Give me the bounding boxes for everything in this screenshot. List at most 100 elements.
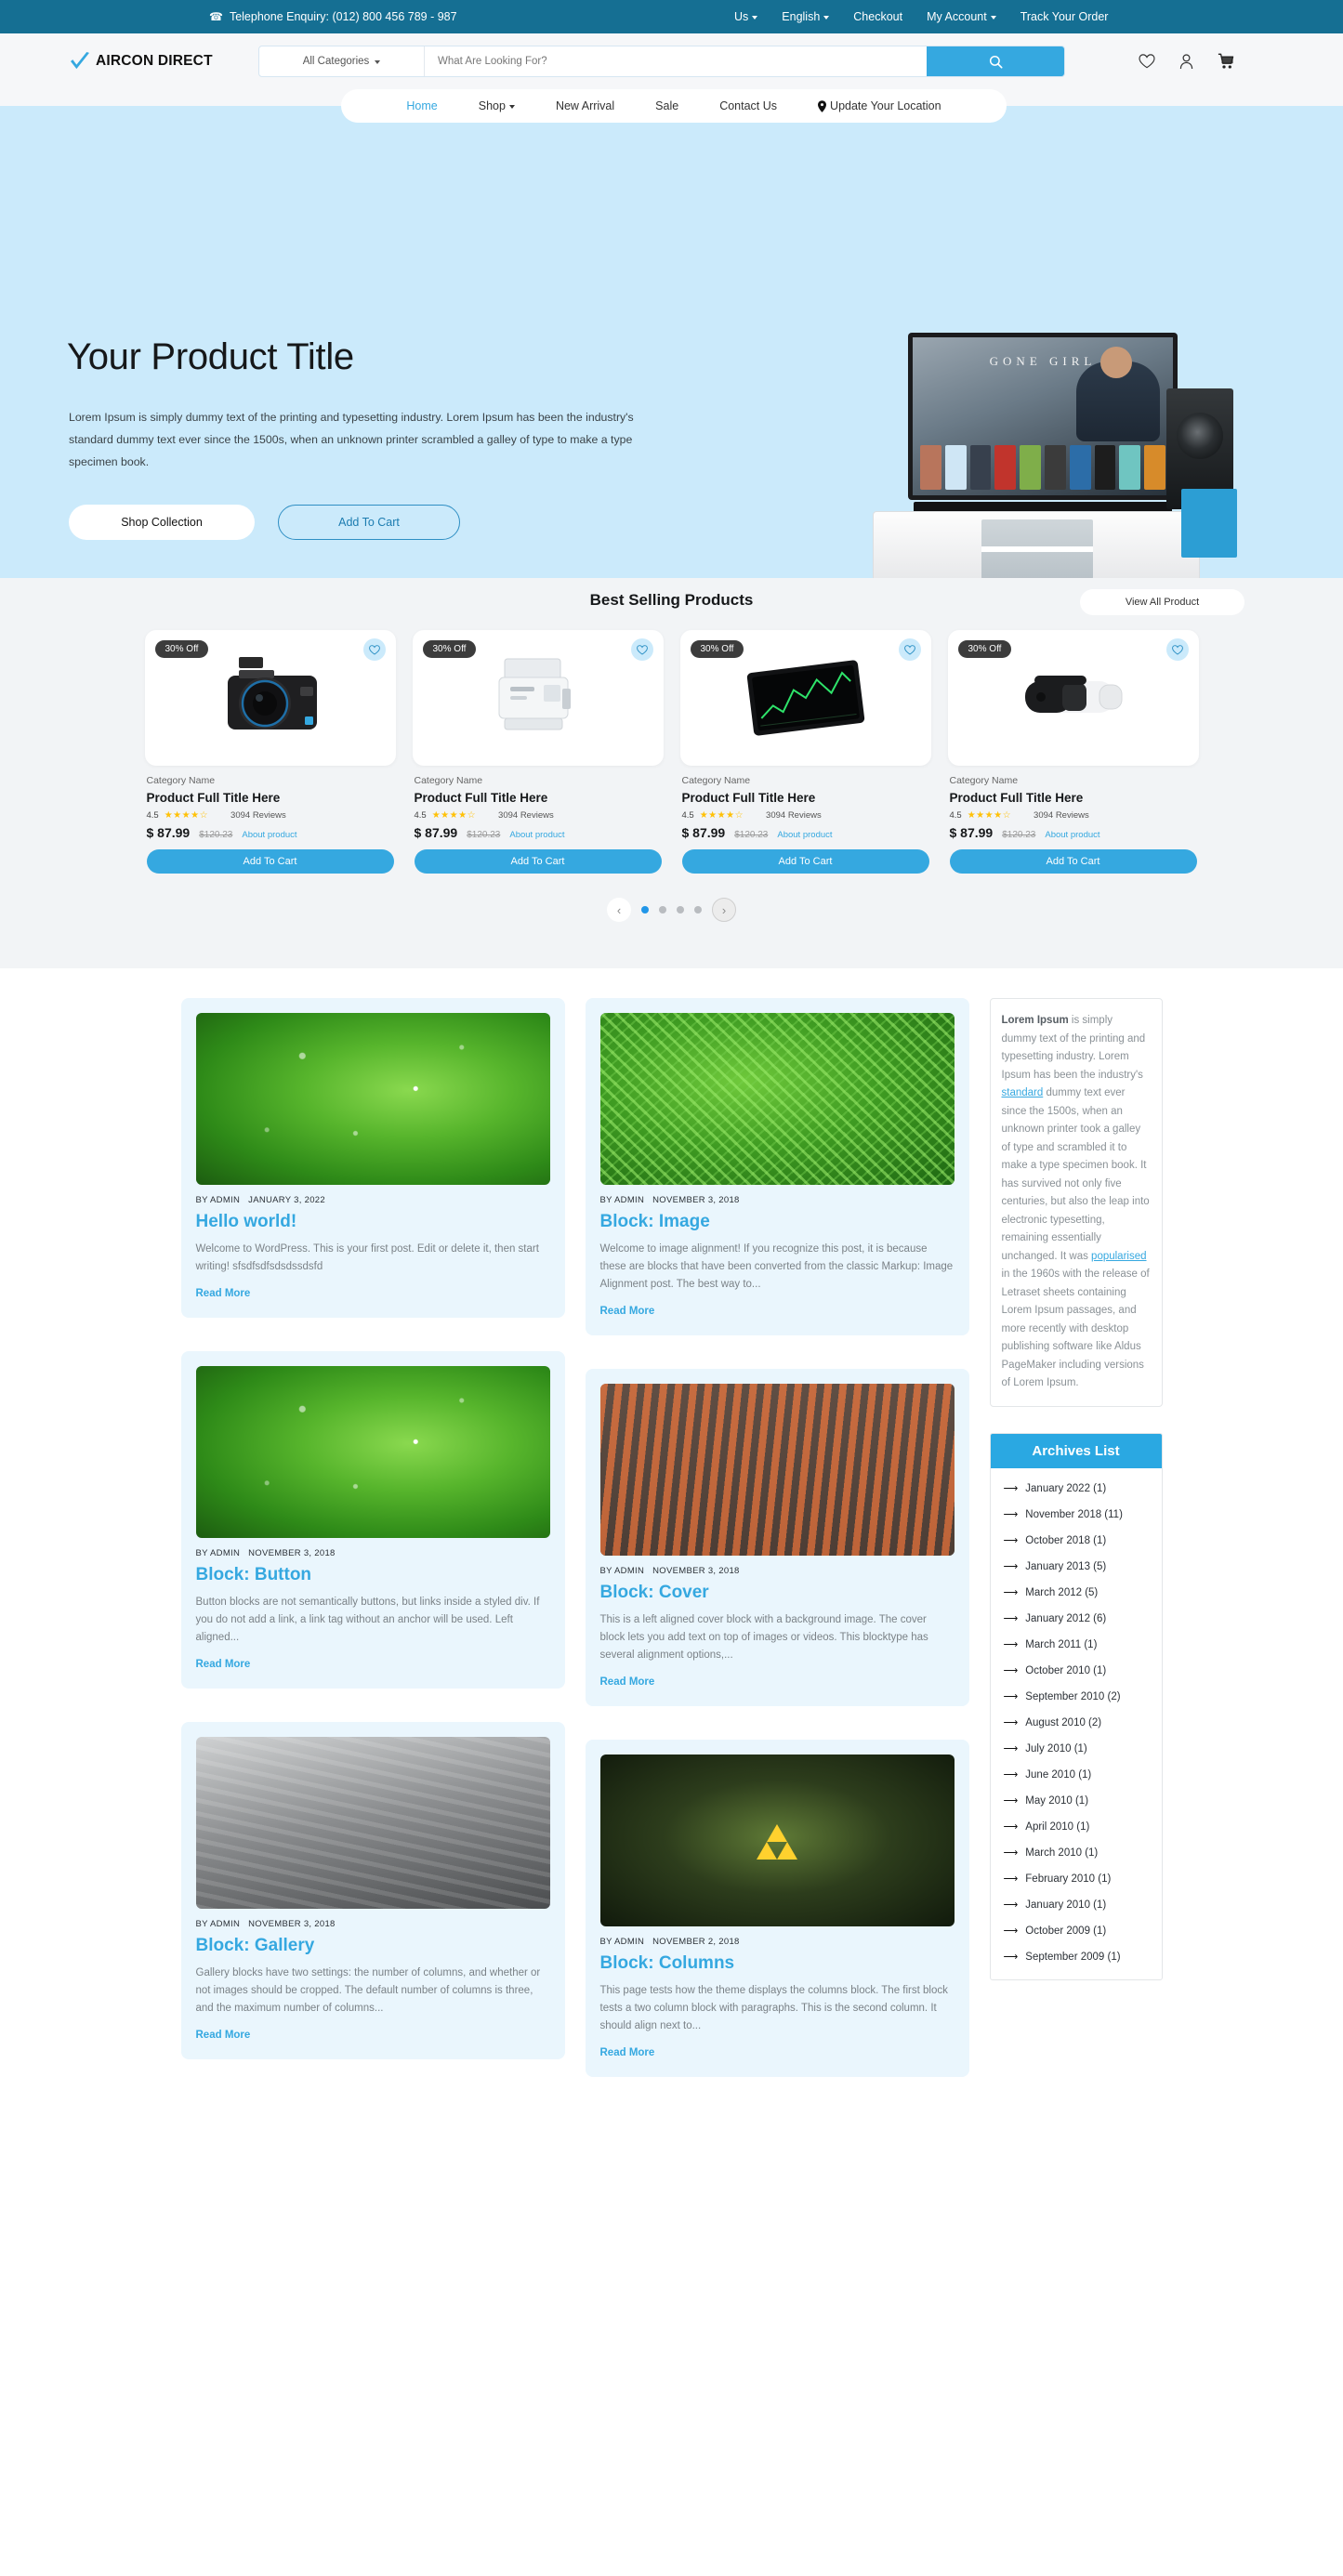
wishlist-button[interactable] <box>630 638 653 661</box>
wishlist-button[interactable] <box>1165 638 1189 661</box>
primary-nav-wrapper: Home Shop New Arrival Sale Contact Us Up… <box>0 89 1343 123</box>
product-next-button[interactable]: › <box>712 898 736 922</box>
product-title: Product Full Title Here <box>681 791 816 805</box>
about-product-link[interactable]: About product <box>242 830 296 840</box>
read-more-link[interactable]: Read More <box>600 1676 955 1688</box>
discount-badge: 30% Off <box>154 640 209 658</box>
chevron-down-icon <box>990 16 996 20</box>
archive-item[interactable]: ⟶ June 2010 (1) <box>991 1762 1162 1788</box>
post-title[interactable]: Block: Columns <box>600 1953 955 1974</box>
product-card[interactable]: 30% Off Category Name Product Full Title… <box>679 630 931 874</box>
about-product-link[interactable]: About product <box>777 830 832 840</box>
top-link-checkout[interactable]: Checkout <box>853 10 902 23</box>
archive-item[interactable]: ⟶ September 2010 (2) <box>991 1684 1162 1710</box>
nav-item-new-arrival[interactable]: New Arrival <box>556 99 614 112</box>
arrow-right-icon: ⟶ <box>1003 1535 1019 1546</box>
read-more-link[interactable]: Read More <box>600 1306 955 1317</box>
arrow-right-icon: ⟶ <box>1003 1613 1019 1624</box>
product-rating: 4.5 ★★★★☆ 3094 Reviews <box>682 810 929 821</box>
archive-item[interactable]: ⟶ January 2010 (1) <box>991 1892 1162 1918</box>
post-title[interactable]: Block: Button <box>196 1565 550 1585</box>
product-prev-button[interactable]: ‹ <box>607 898 631 922</box>
archive-item[interactable]: ⟶ May 2010 (1) <box>991 1788 1162 1814</box>
carousel-dot-1[interactable] <box>641 906 649 913</box>
header-icons <box>1139 53 1234 70</box>
top-link-label: English <box>782 10 821 23</box>
post-thumbnail[interactable] <box>195 1737 550 1909</box>
carousel-dot-2[interactable] <box>659 906 666 913</box>
archive-item[interactable]: ⟶ October 2010 (1) <box>991 1658 1162 1684</box>
archive-label: January 2013 (5) <box>1025 1560 1107 1572</box>
carousel-dot-4[interactable] <box>694 906 702 913</box>
archive-item[interactable]: ⟶ October 2018 (1) <box>991 1528 1162 1554</box>
sidebar-link-standard[interactable]: standard <box>1002 1087 1044 1098</box>
about-product-link[interactable]: About product <box>509 830 564 840</box>
read-more-link[interactable]: Read More <box>196 2030 550 2041</box>
add-to-cart-button[interactable]: Add To Cart <box>414 849 662 874</box>
post-title[interactable]: Block: Cover <box>600 1583 955 1603</box>
cart-icon[interactable] <box>1218 53 1234 70</box>
sidebar-text-widget: Lorem Ipsum is simply dummy text of the … <box>989 998 1163 1407</box>
wishlist-button[interactable] <box>898 638 921 661</box>
top-link-track-your-order[interactable]: Track Your Order <box>1020 10 1109 23</box>
add-to-cart-button[interactable]: Add To Cart <box>146 849 394 874</box>
rating-stars: ★★★★☆ <box>967 810 1012 821</box>
archive-item[interactable]: ⟶ March 2012 (5) <box>991 1580 1162 1606</box>
archive-item[interactable]: ⟶ January 2012 (6) <box>991 1606 1162 1632</box>
read-more-link[interactable]: Read More <box>196 1659 550 1670</box>
archive-item[interactable]: ⟶ September 2009 (1) <box>991 1944 1162 1970</box>
nav-item-shop[interactable]: Shop <box>479 99 515 112</box>
top-link-my-account[interactable]: My Account <box>927 10 996 23</box>
subwoofer <box>1181 489 1237 558</box>
sidebar-link-popularised[interactable]: popularised <box>1091 1251 1146 1262</box>
view-all-product-button[interactable]: View All Product <box>1080 589 1244 615</box>
post-title[interactable]: Hello world! <box>196 1212 550 1232</box>
archive-item[interactable]: ⟶ July 2010 (1) <box>991 1736 1162 1762</box>
nav-item-home[interactable]: Home <box>406 99 437 112</box>
post-title[interactable]: Block: Gallery <box>196 1936 550 1956</box>
post-thumbnail[interactable] <box>599 1013 955 1185</box>
archive-item[interactable]: ⟶ October 2009 (1) <box>991 1918 1162 1944</box>
search-input[interactable] <box>425 46 927 76</box>
product-price: $ 87.99 <box>414 825 458 840</box>
archive-item[interactable]: ⟶ August 2010 (2) <box>991 1710 1162 1736</box>
sidebar: Lorem Ipsum is simply dummy text of the … <box>989 998 1163 1980</box>
add-to-cart-button[interactable]: Add To Cart <box>681 849 929 874</box>
post-title[interactable]: Block: Image <box>600 1212 955 1232</box>
archive-item[interactable]: ⟶ February 2010 (1) <box>991 1866 1162 1892</box>
archive-item[interactable]: ⟶ January 2013 (5) <box>991 1554 1162 1580</box>
archive-label: February 2010 (1) <box>1025 1873 1112 1885</box>
category-select[interactable]: All Categories <box>259 46 425 76</box>
nav-item-update-your-location[interactable]: Update Your Location <box>818 99 941 112</box>
top-link-english[interactable]: English <box>782 10 830 23</box>
post-thumbnail[interactable] <box>195 1013 550 1185</box>
carousel-dot-3[interactable] <box>677 906 684 913</box>
heart-icon[interactable] <box>1139 54 1155 69</box>
about-product-link[interactable]: About product <box>1045 830 1099 840</box>
read-more-link[interactable]: Read More <box>196 1288 550 1299</box>
post-thumbnail[interactable] <box>599 1755 955 1926</box>
product-card[interactable]: 30% Off Category Name Product Full Title… <box>947 630 1199 874</box>
archive-item[interactable]: ⟶ November 2018 (11) <box>991 1502 1162 1528</box>
archive-item[interactable]: ⟶ April 2010 (1) <box>991 1814 1162 1840</box>
wishlist-button[interactable] <box>362 638 386 661</box>
product-card[interactable]: 30% Off Category Name Product Full Title… <box>144 630 396 874</box>
read-more-link[interactable]: Read More <box>600 2047 955 2058</box>
search-button[interactable] <box>927 46 1064 76</box>
dark-photo <box>599 1755 955 1926</box>
archive-item[interactable]: ⟶ March 2011 (1) <box>991 1632 1162 1658</box>
post-thumbnail[interactable] <box>599 1384 955 1556</box>
top-link-us[interactable]: Us <box>734 10 758 23</box>
nav-item-contact-us[interactable]: Contact Us <box>719 99 777 112</box>
hero-product-image: GONE GIRL <box>852 325 1237 595</box>
nav-item-sale[interactable]: Sale <box>655 99 678 112</box>
brand-logo[interactable]: AIRCON DIRECT <box>70 52 213 71</box>
product-card[interactable]: 30% Off Category Name Product Full Title… <box>412 630 664 874</box>
add-to-cart-button[interactable]: Add To Cart <box>949 849 1197 874</box>
archive-item[interactable]: ⟶ March 2010 (1) <box>991 1840 1162 1866</box>
user-icon[interactable] <box>1179 53 1193 70</box>
archive-item[interactable]: ⟶ January 2022 (1) <box>991 1476 1162 1502</box>
post-thumbnail[interactable] <box>195 1366 550 1538</box>
shop-collection-button[interactable]: Shop Collection <box>69 505 255 540</box>
hero-add-to-cart-button[interactable]: Add To Cart <box>278 505 460 540</box>
